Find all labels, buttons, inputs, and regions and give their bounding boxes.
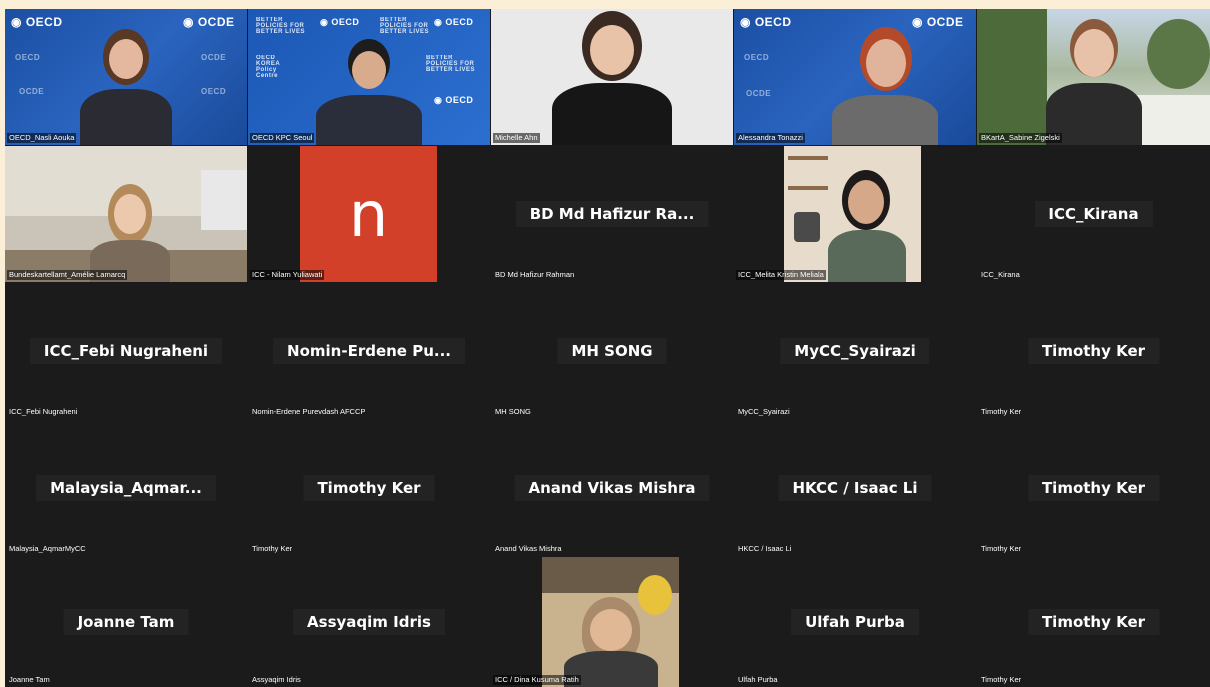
- participant-display-name: HKCC / Isaac Li: [778, 475, 932, 501]
- participant-tile[interactable]: BETTER POLICIES FOR BETTER LIVES ◉ OECD …: [248, 9, 490, 145]
- participant-tile[interactable]: ICC / Dina Kusuma Ratih: [491, 557, 733, 687]
- video-gallery-grid: ◉ OECD ◉ OCDE OECD OCDE OCDE OECD OECD_N…: [5, 9, 1210, 687]
- participant-display-name: Anand Vikas Mishra: [514, 475, 710, 501]
- participant-name-tag: Malaysia_AqmarMyCC: [9, 544, 86, 553]
- participant-video: [542, 557, 679, 687]
- participant-video: [314, 39, 424, 145]
- participant-name-tag: Timothy Ker: [252, 544, 293, 553]
- participant-display-name: Nomin-Erdene Pu...: [273, 338, 465, 364]
- participant-name-tag: ICC - Nilam Yuliawati: [250, 270, 325, 280]
- participant-tile[interactable]: Assyaqim Idris Assyaqim Idris: [248, 557, 490, 687]
- participant-tile[interactable]: MH SONG MH SONG: [491, 283, 733, 419]
- participant-video: [552, 11, 672, 145]
- oecd-logo: OECD: [15, 53, 41, 62]
- participant-display-name: MH SONG: [557, 338, 667, 364]
- participant-display-name: Assyaqim Idris: [293, 609, 445, 635]
- oecd-korea-logo: OECD KOREA Policy Centre: [256, 55, 280, 79]
- participant-name-tag: ICC / Dina Kusuma Ratih: [493, 675, 581, 685]
- participant-name-tag: Assyaqim Idris: [252, 675, 301, 684]
- better-policies-logo: BETTER POLICIES FOR BETTER LIVES: [380, 17, 430, 35]
- participant-name-tag: Anand Vikas Mishra: [495, 544, 562, 553]
- participant-tile[interactable]: MyCC_Syairazi MyCC_Syairazi: [734, 283, 976, 419]
- participant-video: [1044, 19, 1144, 145]
- participant-display-name: Timothy Ker: [1027, 609, 1160, 635]
- participant-name-tag: ICC_Febi Nugraheni: [9, 407, 78, 416]
- oecd-logo: OCDE: [19, 87, 45, 96]
- participant-tile[interactable]: Malaysia_Aqmar... Malaysia_AqmarMyCC: [5, 420, 247, 556]
- better-policies-logo: BETTER POLICIES FOR BETTER LIVES: [256, 17, 306, 35]
- participant-video: [830, 27, 940, 145]
- participant-name-tag: OECD KPC Seoul: [250, 133, 315, 143]
- participant-display-name: Timothy Ker: [1027, 475, 1160, 501]
- participant-tile[interactable]: Timothy Ker Timothy Ker: [977, 420, 1210, 556]
- participant-name-tag: MyCC_Syairazi: [738, 407, 790, 416]
- oecd-logo: ◉ OECD: [740, 15, 792, 29]
- participant-video: [76, 25, 176, 145]
- participant-video: [784, 146, 921, 282]
- participant-display-name: BD Md Hafizur Ra...: [515, 201, 709, 227]
- participant-name-tag: Michelle Ahn: [493, 133, 540, 143]
- participant-tile[interactable]: ICC_Kirana ICC_Kirana: [977, 146, 1210, 282]
- participant-tile[interactable]: Timothy Ker Timothy Ker: [248, 420, 490, 556]
- ocde-logo: OCDE: [746, 89, 772, 98]
- avatar: n: [300, 146, 437, 282]
- oecd-logo: ◉ OECD: [434, 17, 474, 27]
- participant-tile[interactable]: ICC_Febi Nugraheni ICC_Febi Nugraheni: [5, 283, 247, 419]
- participant-tile[interactable]: ◉ OECD ◉ OCDE OECD OCDE OCDE OECD OECD_N…: [5, 9, 247, 145]
- participant-name-tag: Timothy Ker: [981, 675, 1022, 684]
- participant-tile[interactable]: Michelle Ahn: [491, 9, 733, 145]
- tree-background: [1147, 19, 1210, 89]
- participant-name-tag: HKCC / Isaac Li: [738, 544, 792, 553]
- participant-name-tag: OECD_Nasli Aouka: [7, 133, 77, 143]
- participant-name-tag: Ulfah Purba: [738, 675, 778, 684]
- participant-tile[interactable]: Nomin-Erdene Pu... Nomin-Erdene Purevdas…: [248, 283, 490, 419]
- participant-tile[interactable]: ◉ OECD ◉ OCDE OECD OCDE Alessandra Tonaz…: [734, 9, 976, 145]
- participant-name-tag: MH SONG: [495, 407, 531, 416]
- participant-name-tag: ICC_Kirana: [981, 270, 1020, 279]
- oecd-logo: ◉ OECD: [320, 17, 360, 27]
- participant-name-tag: Timothy Ker: [981, 544, 1022, 553]
- participant-name-tag: Alessandra Tonazzi: [736, 133, 805, 143]
- participant-tile[interactable]: Timothy Ker Timothy Ker: [977, 557, 1210, 687]
- participant-tile[interactable]: n ICC - Nilam Yuliawati: [248, 146, 490, 282]
- participant-name-tag: BKartA_Sabine Zigelski: [979, 133, 1062, 143]
- participant-tile[interactable]: HKCC / Isaac Li HKCC / Isaac Li: [734, 420, 976, 556]
- participant-display-name: MyCC_Syairazi: [780, 338, 930, 364]
- participant-display-name: Timothy Ker: [303, 475, 435, 501]
- participant-display-name: ICC_Febi Nugraheni: [29, 338, 223, 364]
- participant-name-tag: Joanne Tam: [9, 675, 50, 684]
- ocde-logo: ◉ OCDE: [183, 15, 235, 29]
- ocde-logo: OECD: [201, 87, 227, 96]
- participant-display-name: ICC_Kirana: [1034, 201, 1153, 227]
- better-policies-logo: BETTER POLICIES FOR BETTER LIVES: [426, 55, 476, 73]
- participant-name-tag: Timothy Ker: [981, 407, 1022, 416]
- participant-tile[interactable]: ICC_Melita Kristin Meliala: [734, 146, 976, 282]
- window-background: [201, 170, 247, 230]
- tree-background: [977, 9, 1047, 145]
- participant-tile[interactable]: Anand Vikas Mishra Anand Vikas Mishra: [491, 420, 733, 556]
- participant-tile[interactable]: Joanne Tam Joanne Tam: [5, 557, 247, 687]
- participant-name-tag: Nomin-Erdene Purevdash AFCCP: [252, 407, 366, 416]
- participant-display-name: Malaysia_Aqmar...: [36, 475, 216, 501]
- participant-name-tag: ICC_Melita Kristin Meliala: [736, 270, 826, 280]
- ocde-logo: OCDE: [201, 53, 227, 62]
- participant-tile[interactable]: Timothy Ker Timothy Ker: [977, 283, 1210, 419]
- participant-display-name: Joanne Tam: [63, 609, 189, 635]
- oecd-logo: ◉ OECD: [434, 95, 474, 105]
- participant-display-name: Ulfah Purba: [791, 609, 919, 635]
- participant-name-tag: BD Md Hafizur Rahman: [495, 270, 575, 279]
- participant-display-name: Timothy Ker: [1027, 338, 1160, 364]
- participant-tile[interactable]: BKartA_Sabine Zigelski: [977, 9, 1210, 145]
- participant-tile[interactable]: Ulfah Purba Ulfah Purba: [734, 557, 976, 687]
- participant-tile[interactable]: Bundeskartellamt_Amélie Lamarcq: [5, 146, 247, 282]
- participant-name-tag: Bundeskartellamt_Amélie Lamarcq: [7, 270, 128, 280]
- participant-tile[interactable]: BD Md Hafizur Ra... BD Md Hafizur Rahman: [491, 146, 733, 282]
- oecd-logo: ◉ OECD: [11, 15, 63, 29]
- participant-video: [90, 184, 170, 282]
- oecd-logo: OECD: [744, 53, 770, 62]
